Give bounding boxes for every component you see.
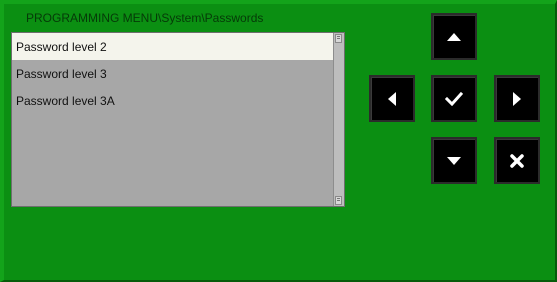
cancel-button[interactable] — [494, 137, 540, 184]
checkmark-icon — [445, 91, 463, 106]
confirm-button[interactable] — [431, 75, 477, 122]
list-scrollbar[interactable] — [333, 33, 344, 206]
programming-menu-screen: PROGRAMMING MENU\System\Passwords Passwo… — [0, 0, 557, 282]
menu-list: Password level 2 Password level 3 Passwo… — [11, 32, 345, 207]
page-title: PROGRAMMING MENU\System\Passwords — [26, 11, 264, 25]
down-button[interactable] — [431, 137, 477, 184]
list-item-label: Password level 2 — [16, 40, 107, 54]
left-button[interactable] — [369, 75, 415, 122]
menu-list-items: Password level 2 Password level 3 Passwo… — [12, 33, 333, 206]
cross-icon — [510, 153, 524, 168]
list-item-password-level-3[interactable]: Password level 3 — [12, 60, 333, 87]
arrow-right-icon — [513, 91, 521, 106]
right-button[interactable] — [494, 75, 540, 122]
arrow-left-icon — [388, 91, 396, 106]
list-item-password-level-2[interactable]: Password level 2 — [12, 33, 333, 60]
scroll-up-button[interactable] — [335, 34, 342, 43]
list-item-label: Password level 3A — [16, 94, 115, 108]
arrow-down-icon — [447, 156, 461, 165]
list-item-password-level-3a[interactable]: Password level 3A — [12, 87, 333, 114]
up-button[interactable] — [431, 13, 477, 60]
arrow-up-icon — [447, 32, 461, 41]
list-item-label: Password level 3 — [16, 67, 107, 81]
scroll-down-button[interactable] — [335, 196, 342, 205]
